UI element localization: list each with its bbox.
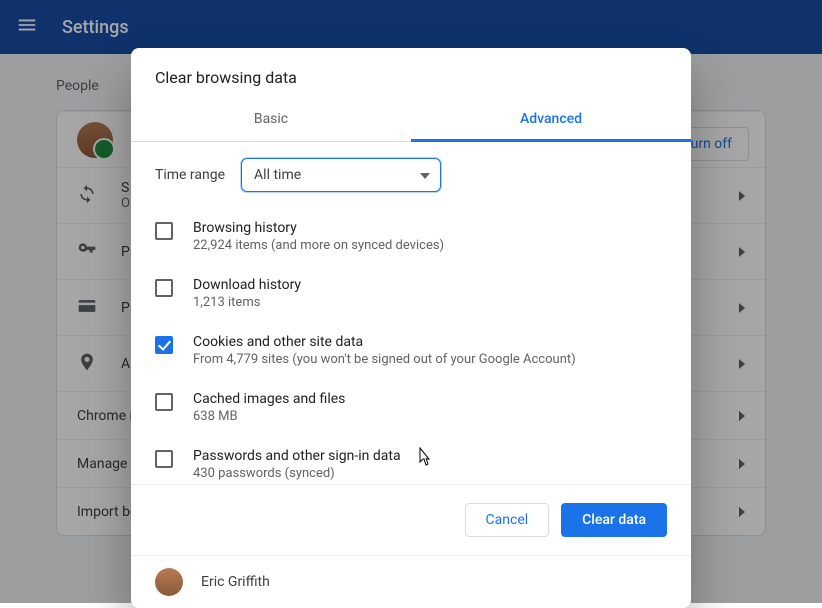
clear-data-button[interactable]: Clear data (561, 503, 667, 537)
option-passwords[interactable]: Passwords and other sign-in data 430 pas… (155, 436, 667, 484)
dialog-body[interactable]: Time range All time Browsing history 22,… (131, 142, 691, 484)
option-title: Cookies and other site data (193, 334, 576, 350)
option-download-history[interactable]: Download history 1,213 items (155, 265, 667, 322)
tab-bar: Basic Advanced (131, 99, 691, 142)
option-title: Download history (193, 277, 301, 293)
cancel-button[interactable]: Cancel (465, 503, 550, 537)
checkbox[interactable] (155, 393, 173, 411)
option-title: Browsing history (193, 220, 444, 236)
dialog-title: Clear browsing data (131, 48, 691, 99)
option-title: Cached images and files (193, 391, 345, 407)
option-cached-images[interactable]: Cached images and files 638 MB (155, 379, 667, 436)
option-title: Passwords and other sign-in data (193, 448, 401, 464)
option-subtitle: From 4,779 sites (you won't be signed ou… (193, 352, 576, 367)
time-range-select[interactable]: All time (241, 158, 441, 192)
option-subtitle: 638 MB (193, 409, 345, 424)
tab-basic[interactable]: Basic (131, 99, 411, 141)
option-subtitle: 22,924 items (and more on synced devices… (193, 238, 444, 253)
time-range-row: Time range All time (155, 158, 667, 192)
footer-user-name: Eric Griffith (201, 574, 270, 590)
option-cookies[interactable]: Cookies and other site data From 4,779 s… (155, 322, 667, 379)
tab-advanced[interactable]: Advanced (411, 99, 691, 142)
time-range-value: All time (254, 167, 301, 183)
checkbox[interactable] (155, 450, 173, 468)
checkbox[interactable] (155, 222, 173, 240)
dialog-actions: Cancel Clear data (131, 484, 691, 555)
checkbox[interactable] (155, 336, 173, 354)
caret-down-icon (420, 167, 430, 183)
avatar (155, 568, 183, 596)
checkbox[interactable] (155, 279, 173, 297)
option-browsing-history[interactable]: Browsing history 22,924 items (and more … (155, 208, 667, 265)
option-subtitle: 430 passwords (synced) (193, 466, 401, 481)
option-subtitle: 1,213 items (193, 295, 301, 310)
time-range-label: Time range (155, 167, 225, 183)
clear-browsing-data-dialog: Clear browsing data Basic Advanced Time … (131, 48, 691, 608)
dialog-footer: Eric Griffith (131, 555, 691, 608)
